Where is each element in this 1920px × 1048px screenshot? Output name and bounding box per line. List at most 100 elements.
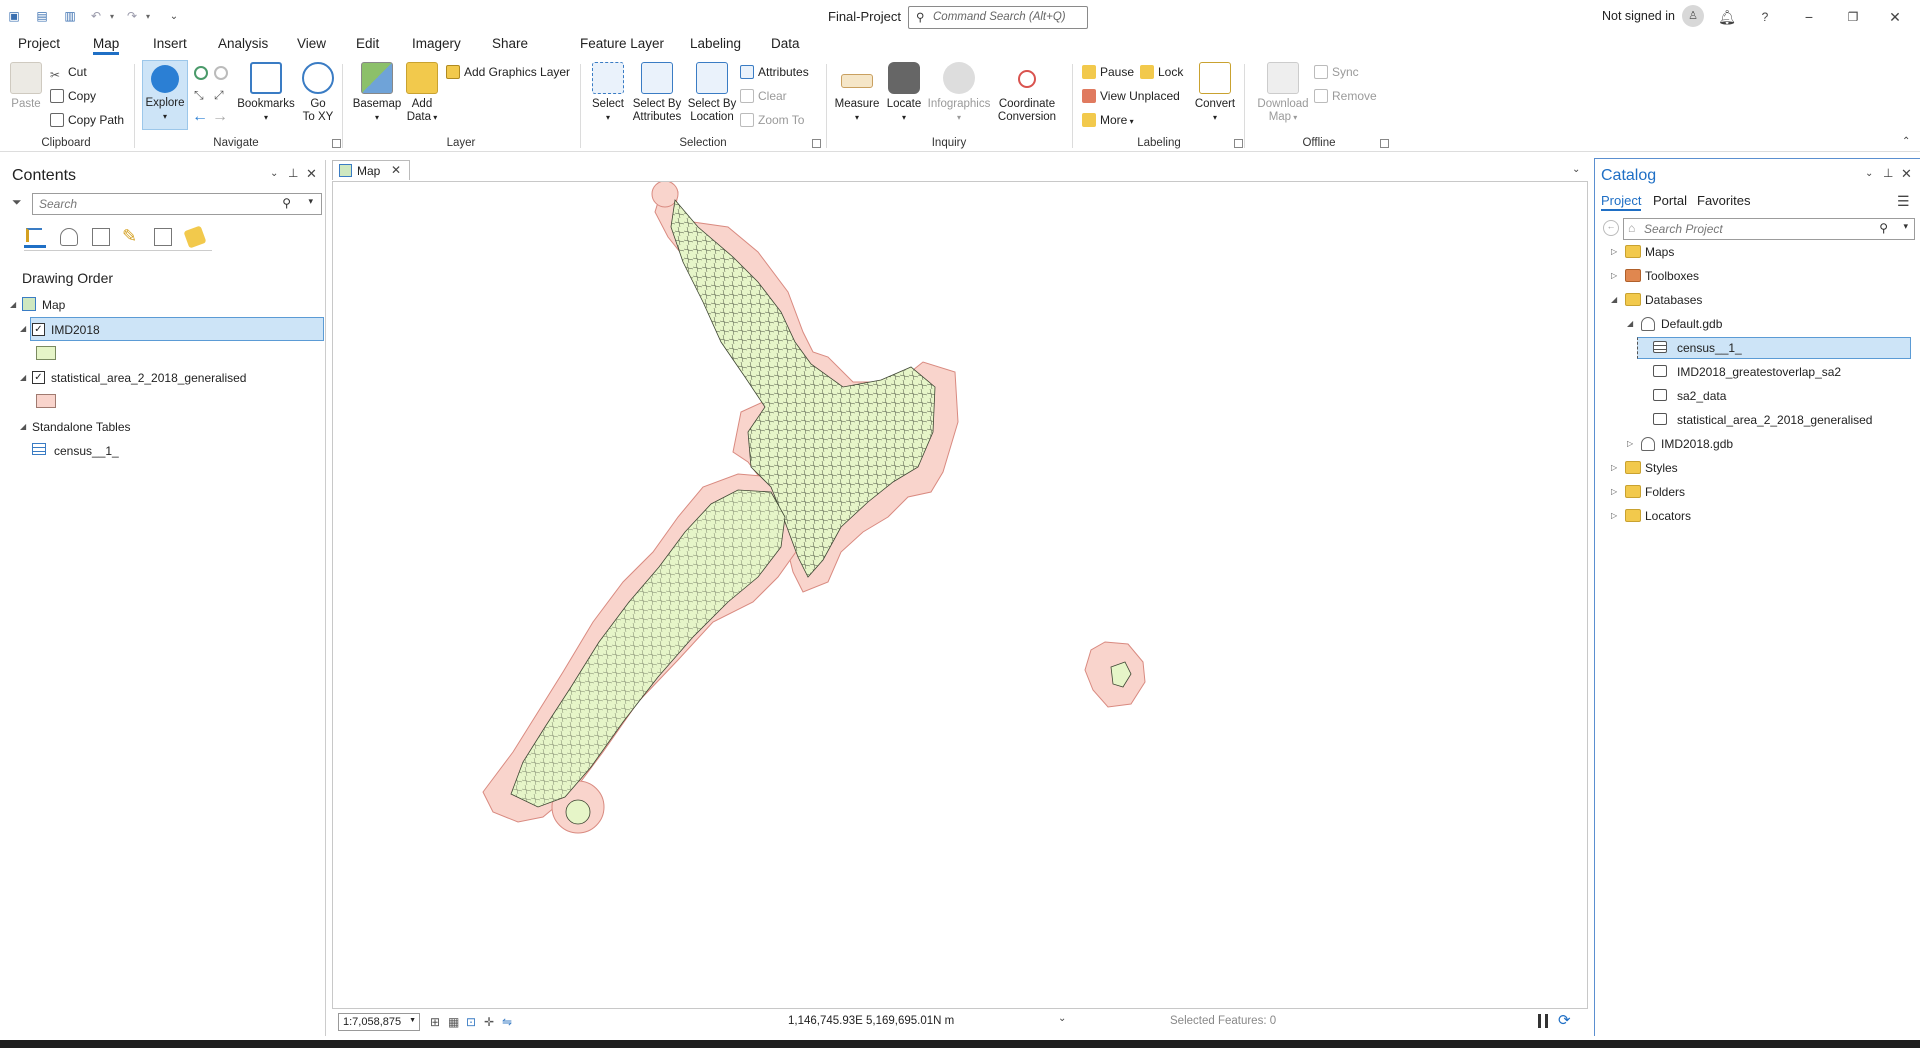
close-map-tab-icon[interactable]: ✕ bbox=[391, 163, 401, 177]
expand-styles-icon[interactable]: ▷ bbox=[1611, 463, 1617, 472]
customize-toolbar-icon[interactable]: ⌄ bbox=[166, 8, 182, 24]
save-project-icon[interactable]: ▥ bbox=[62, 8, 78, 24]
help-icon[interactable]: ? bbox=[1754, 6, 1776, 28]
list-by-selection-icon[interactable] bbox=[92, 228, 110, 246]
copy-button[interactable]: Copy bbox=[50, 88, 96, 104]
notifications-icon[interactable]: 🔔︎ bbox=[1716, 6, 1738, 28]
redo-dropdown-icon[interactable]: ▾ bbox=[140, 8, 156, 24]
add-graphics-layer-button[interactable]: Add Graphics Layer bbox=[446, 64, 570, 80]
tab-imagery[interactable]: Imagery bbox=[412, 36, 461, 51]
add-point-icon[interactable]: ✛ bbox=[484, 1015, 494, 1029]
command-search-input[interactable]: ⚲ Command Search (Alt+Q) bbox=[908, 6, 1088, 29]
paste-button[interactable]: Paste bbox=[8, 62, 44, 111]
list-by-source-icon[interactable] bbox=[60, 228, 78, 246]
tab-data[interactable]: Data bbox=[771, 36, 800, 51]
catalog-imd-gdb[interactable]: IMD2018.gdb bbox=[1661, 437, 1733, 451]
tab-list-dropdown-icon[interactable]: ⌄ bbox=[1572, 164, 1580, 175]
expand-map-icon[interactable]: ◢ bbox=[10, 300, 16, 309]
undo-icon[interactable]: ↶ bbox=[88, 8, 104, 24]
catalog-options-icon[interactable]: ⌄ bbox=[1865, 168, 1873, 179]
sa2-symbol-swatch[interactable] bbox=[36, 394, 56, 408]
undo-dropdown-icon[interactable]: ▾ bbox=[104, 8, 120, 24]
coordinate-conversion-button[interactable]: Coordinate Conversion bbox=[994, 62, 1060, 124]
catalog-pin-icon[interactable]: ⊥ bbox=[1883, 166, 1893, 180]
collapse-ribbon-icon[interactable]: ⌃ bbox=[1902, 136, 1910, 147]
tab-analysis[interactable]: Analysis bbox=[218, 36, 268, 51]
view-unplaced-button[interactable]: View Unplaced bbox=[1082, 88, 1180, 104]
catalog-styles[interactable]: Styles bbox=[1645, 461, 1678, 475]
catalog-default-gdb[interactable]: Default.gdb bbox=[1661, 317, 1722, 331]
sign-in-status[interactable]: Not signed in bbox=[1602, 9, 1675, 23]
select-button[interactable]: Select ▾ bbox=[590, 62, 626, 124]
lock-labeling-button[interactable]: Lock bbox=[1140, 64, 1183, 80]
sync-button[interactable]: Sync bbox=[1314, 64, 1359, 80]
next-extent-icon[interactable]: → bbox=[212, 108, 228, 126]
cut-button[interactable]: ✂ Cut bbox=[50, 64, 87, 82]
imd2018-visibility-checkbox[interactable]: ✓ bbox=[32, 323, 45, 336]
list-by-labeling-icon[interactable] bbox=[183, 225, 207, 249]
user-avatar-icon[interactable]: ♙ bbox=[1682, 5, 1704, 27]
close-pane-icon[interactable]: ✕ bbox=[306, 166, 317, 182]
table-view-icon[interactable]: ▦ bbox=[448, 1015, 459, 1029]
expand-locators-icon[interactable]: ▷ bbox=[1611, 511, 1617, 520]
new-project-icon[interactable]: ▣ bbox=[6, 8, 22, 24]
measure-button[interactable]: Measure ▾ bbox=[834, 62, 880, 124]
tab-view[interactable]: View bbox=[297, 36, 326, 51]
labeling-launcher-icon[interactable] bbox=[1234, 139, 1243, 148]
go-to-xy-button[interactable]: Go To XY bbox=[300, 62, 336, 124]
catalog-sa2-generalised[interactable]: statistical_area_2_2018_generalised bbox=[1677, 413, 1872, 427]
previous-extent-icon[interactable]: ← bbox=[192, 108, 208, 126]
catalog-imd-overlap[interactable]: IMD2018_greatestoverlap_sa2 bbox=[1677, 365, 1841, 379]
catalog-tab-favorites[interactable]: Favorites bbox=[1697, 193, 1750, 208]
select-by-attributes-button[interactable]: Select By Attributes bbox=[628, 62, 686, 124]
map-node[interactable]: Map bbox=[42, 298, 65, 312]
catalog-folders[interactable]: Folders bbox=[1645, 485, 1685, 499]
close-window-icon[interactable]: ✕ bbox=[1884, 6, 1906, 28]
expand-folders-icon[interactable]: ▷ bbox=[1611, 487, 1617, 496]
contents-search-input[interactable]: Search ⚲ ▾ bbox=[32, 193, 322, 215]
catalog-menu-icon[interactable]: ☰ bbox=[1897, 193, 1910, 210]
convert-button[interactable]: Convert ▾ bbox=[1192, 62, 1238, 124]
locate-button[interactable]: Locate ▾ bbox=[884, 62, 924, 124]
explore-button[interactable]: Explore ▾ bbox=[142, 60, 188, 130]
fixed-zoom-icon[interactable] bbox=[214, 66, 228, 80]
clear-selection-button[interactable]: Clear bbox=[740, 88, 787, 104]
pause-labeling-button[interactable]: Pause bbox=[1082, 64, 1134, 80]
bookmarks-button[interactable]: Bookmarks ▾ bbox=[236, 62, 296, 124]
tab-project[interactable]: Project bbox=[18, 36, 60, 51]
navigator-icon[interactable]: ⇋ bbox=[502, 1015, 512, 1029]
zoom-to-selection-button[interactable]: Zoom To bbox=[740, 112, 804, 128]
attributes-button[interactable]: Attributes bbox=[740, 64, 809, 80]
map-tab[interactable]: Map ✕ bbox=[332, 160, 410, 180]
full-extent-icon[interactable] bbox=[194, 66, 208, 80]
sa2-visibility-checkbox[interactable]: ✓ bbox=[32, 371, 45, 384]
catalog-maps[interactable]: Maps bbox=[1645, 245, 1674, 259]
catalog-toolboxes[interactable]: Toolboxes bbox=[1645, 269, 1699, 283]
pause-drawing-icon[interactable] bbox=[1538, 1014, 1548, 1028]
tab-map[interactable]: Map bbox=[93, 36, 120, 55]
tab-insert[interactable]: Insert bbox=[153, 36, 187, 51]
basemap-button[interactable]: Basemap ▾ bbox=[352, 62, 402, 124]
selected-features-count[interactable]: Selected Features: 0 bbox=[1170, 1015, 1276, 1027]
zoom-out-fixed-icon[interactable]: ⤢ bbox=[214, 88, 224, 103]
tab-labeling[interactable]: Labeling bbox=[690, 36, 741, 51]
tab-feature-layer[interactable]: Feature Layer bbox=[580, 36, 664, 51]
redo-icon[interactable]: ↷ bbox=[124, 8, 140, 24]
catalog-sa2-data[interactable]: sa2_data bbox=[1677, 389, 1726, 403]
select-by-location-button[interactable]: Select By Location bbox=[686, 62, 738, 124]
grid-icon[interactable]: ⊞ bbox=[430, 1015, 440, 1029]
open-project-icon[interactable]: ▤ bbox=[34, 8, 50, 24]
close-catalog-icon[interactable]: ✕ bbox=[1901, 166, 1912, 182]
snapping-icon[interactable]: ⊡ bbox=[466, 1015, 476, 1029]
catalog-databases[interactable]: Databases bbox=[1645, 293, 1702, 307]
add-data-button[interactable]: Add Data ▾ bbox=[404, 62, 440, 124]
copy-path-button[interactable]: Copy Path bbox=[50, 112, 124, 128]
catalog-search-input[interactable]: ⌂ Search Project ⚲ ▾ bbox=[1623, 218, 1915, 240]
filter-icon[interactable]: ⏷ bbox=[12, 195, 22, 210]
tab-share[interactable]: Share bbox=[492, 36, 528, 51]
offline-launcher-icon[interactable] bbox=[1380, 139, 1389, 148]
tab-edit[interactable]: Edit bbox=[356, 36, 379, 51]
catalog-tab-portal[interactable]: Portal bbox=[1653, 193, 1687, 208]
standalone-tables-heading[interactable]: Standalone Tables bbox=[32, 420, 131, 434]
download-map-button[interactable]: Download Map ▾ bbox=[1252, 62, 1314, 124]
